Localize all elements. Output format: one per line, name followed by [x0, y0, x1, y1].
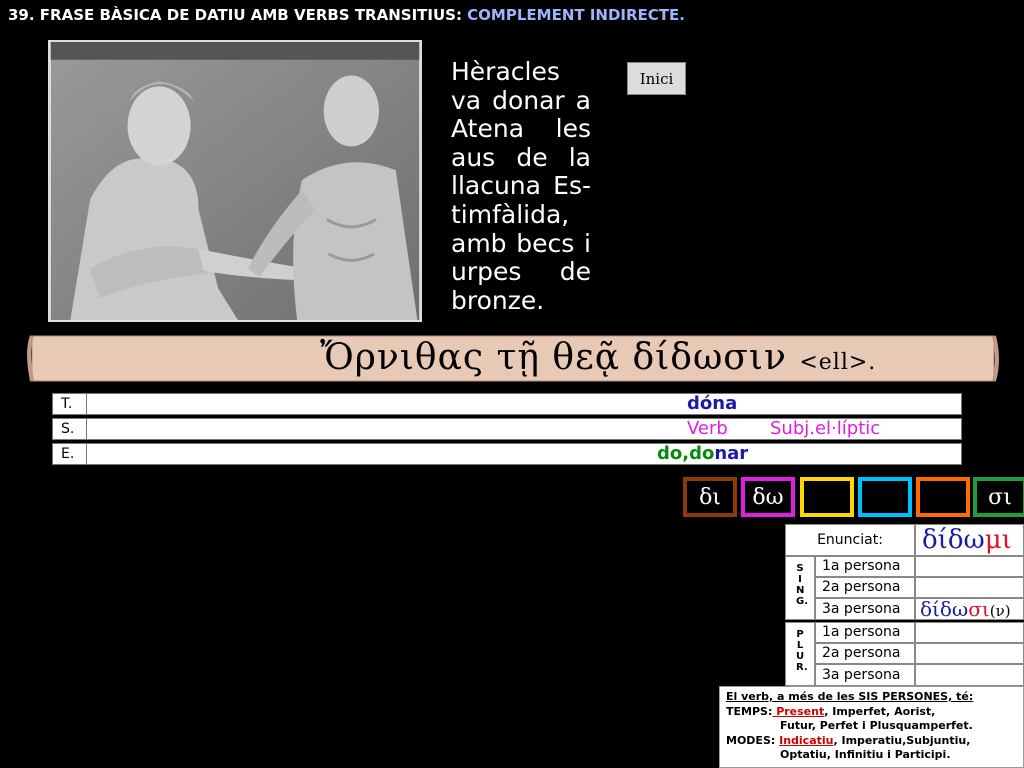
row-label: E.: [53, 444, 87, 464]
sing-2-label: 2a persona: [815, 577, 915, 598]
plur-3-label: 3a persona: [815, 664, 915, 686]
sing-1-label: 1a persona: [815, 556, 915, 577]
key-di[interactable]: δι: [683, 477, 737, 517]
greek-sentence: Ὄρνιθας τῇ θεᾷ δίδωσιν <ell>.: [320, 337, 877, 378]
plur-1-label: 1a persona: [815, 622, 915, 643]
sing-3-label: 3a persona: [815, 598, 915, 620]
plur-3-value: [915, 664, 1024, 686]
key-empty-blue[interactable]: [858, 477, 912, 517]
plur-2-value: [915, 643, 1024, 664]
row-label: S.: [53, 419, 87, 439]
analysis-row-s: S. Verb Subj.el·líptic: [52, 418, 962, 440]
key-empty-orange[interactable]: [916, 477, 970, 517]
translation-value: dóna: [687, 393, 738, 414]
sing-3-value: δίδωσι(ν): [915, 598, 1024, 620]
key-empty-yellow[interactable]: [800, 477, 854, 517]
row-label: T.: [53, 394, 87, 414]
relief-sculpture-image: [48, 40, 422, 322]
plural-label: PLUR.: [785, 622, 815, 686]
plur-1-value: [915, 622, 1024, 643]
key-do[interactable]: δω: [741, 477, 795, 517]
inici-button[interactable]: Inici: [627, 62, 686, 95]
analysis-row-t: T. dóna: [52, 393, 962, 415]
page-title: 39. FRASE BÀSICA DE DATIU AMB VERBS TRAN…: [8, 6, 685, 24]
key-si[interactable]: σι: [973, 477, 1024, 517]
enunciat-value: δίδωμι: [915, 524, 1024, 556]
syntax-verb: Verb: [687, 418, 728, 439]
enunciat-label: Enunciat:: [785, 524, 915, 556]
etymology-value: do,donar: [657, 443, 749, 464]
sing-2-value: [915, 577, 1024, 598]
sing-1-value: [915, 556, 1024, 577]
verb-notes: El verb, a més de les SIS PERSONES, té: …: [719, 686, 1024, 768]
singular-label: SING.: [785, 556, 815, 620]
analysis-row-e: E. do,donar: [52, 443, 962, 465]
narrative-text: Hèracles va donar a Atena les aus de la …: [451, 57, 591, 315]
syntax-subject: Subj.el·líptic: [770, 418, 881, 439]
plur-2-label: 2a persona: [815, 643, 915, 664]
conjugation-table: Enunciat: δίδωμι SING. 1a persona 2a per…: [785, 524, 1024, 686]
